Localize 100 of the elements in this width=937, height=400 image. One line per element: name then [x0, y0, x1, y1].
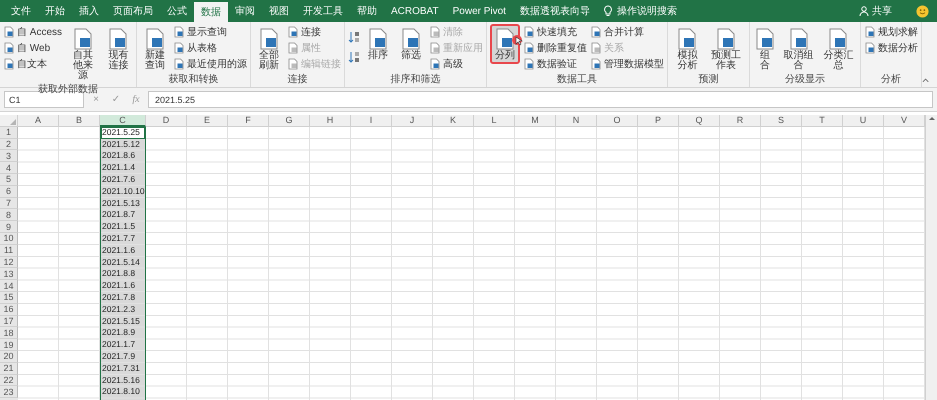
ribbon-tab[interactable]: Power Pivot: [446, 0, 513, 22]
row-header[interactable]: 1: [0, 126, 18, 139]
row-header[interactable]: 7: [0, 198, 18, 210]
row-header[interactable]: 10: [0, 232, 18, 245]
column-header[interactable]: U: [843, 115, 884, 127]
ribbon-button[interactable]: 自 Web: [3, 41, 62, 55]
smiley-icon[interactable]: [916, 4, 929, 18]
document-icon: [590, 42, 602, 54]
ribbon-button[interactable]: 从表格: [173, 41, 248, 55]
ribbon-tab[interactable]: 数据: [194, 2, 228, 22]
ribbon-button[interactable]: 删除重复值: [523, 41, 588, 55]
table-cell-text: 2021.8.6: [101, 150, 136, 162]
collapse-icon[interactable]: [922, 77, 930, 83]
row-header[interactable]: 20: [0, 350, 18, 363]
vertical-scrollbar[interactable]: [925, 115, 937, 400]
ribbon-tab[interactable]: 开始: [38, 0, 72, 22]
column-header[interactable]: Q: [679, 115, 720, 127]
ribbon-button[interactable]: 显示查询: [173, 25, 248, 39]
scroll-up-icon[interactable]: [928, 115, 936, 123]
share-button[interactable]: 共享: [872, 4, 892, 18]
ribbon-button[interactable]: 取消组合: [780, 24, 818, 74]
document-icon: [173, 26, 186, 38]
row-header[interactable]: 19: [0, 339, 18, 351]
column-header[interactable]: H: [310, 115, 351, 127]
column-header[interactable]: P: [638, 115, 679, 127]
document-icon: [173, 58, 186, 70]
column-header[interactable]: O: [597, 115, 638, 127]
group-label: 分析: [880, 74, 902, 87]
ribbon-tab[interactable]: 视图: [262, 0, 296, 22]
column-header[interactable]: D: [146, 115, 187, 127]
row-header[interactable]: 5: [0, 174, 18, 186]
column-header[interactable]: C: [100, 115, 146, 127]
ribbon-button[interactable]: 全部刷新: [254, 24, 284, 74]
formula-input[interactable]: 2021.5.25: [148, 91, 933, 108]
ribbon-button[interactable]: 连接: [287, 25, 342, 39]
ribbon-button[interactable]: 数据验证: [523, 57, 588, 71]
row-header[interactable]: 21: [0, 362, 18, 375]
ribbon-button[interactable]: 分列: [490, 24, 520, 64]
row-header[interactable]: 2: [0, 138, 18, 150]
ribbon-button[interactable]: 最近使用的源: [173, 57, 248, 71]
ribbon-button[interactable]: 数据分析: [864, 41, 918, 55]
ribbon-button[interactable]: 自 Access: [3, 25, 62, 39]
group-label: 获取和转换: [168, 74, 220, 87]
ribbon-button[interactable]: 管理数据模型: [590, 57, 664, 71]
ribbon-tab[interactable]: 页面布局: [106, 0, 160, 22]
row-header[interactable]: 11: [0, 244, 18, 257]
ribbon-button[interactable]: 现有连接: [104, 24, 134, 74]
column-header[interactable]: J: [392, 115, 433, 127]
ribbon-button[interactable]: 自其他来源: [65, 24, 101, 84]
row-header[interactable]: 3: [0, 150, 18, 162]
column-header[interactable]: M: [515, 115, 556, 127]
row-header[interactable]: 18: [0, 327, 18, 340]
row-header[interactable]: 14: [0, 280, 18, 292]
column-header[interactable]: A: [18, 115, 59, 127]
ribbon-button[interactable]: 高级: [429, 57, 484, 71]
column-header[interactable]: E: [187, 115, 228, 127]
column-header[interactable]: R: [720, 115, 761, 127]
ribbon-tab[interactable]: ACROBAT: [384, 0, 446, 22]
ribbon-tab[interactable]: 公式: [160, 0, 194, 22]
row-header[interactable]: 6: [0, 186, 18, 198]
ribbon-button[interactable]: 规划求解: [864, 25, 918, 39]
ribbon-button[interactable]: 组合: [752, 24, 778, 74]
row-header[interactable]: 13: [0, 268, 18, 280]
row-header[interactable]: 8: [0, 209, 18, 222]
ribbon-button[interactable]: 预测工作表: [706, 24, 746, 74]
row-header[interactable]: 12: [0, 256, 18, 268]
row-header[interactable]: 17: [0, 316, 18, 328]
ribbon-button[interactable]: 模拟分析: [671, 24, 704, 74]
row-header[interactable]: 16: [0, 304, 18, 316]
ribbon-button[interactable]: 合并计算: [590, 25, 664, 39]
column-header[interactable]: N: [556, 115, 597, 127]
ribbon-button[interactable]: 新建查询: [140, 24, 170, 74]
row-header[interactable]: 4: [0, 162, 18, 174]
column-header[interactable]: V: [884, 115, 925, 127]
column-header[interactable]: I: [351, 115, 392, 127]
ribbon-button[interactable]: 排序: [363, 24, 394, 64]
ribbon-button[interactable]: 快速填充: [523, 25, 588, 39]
column-header[interactable]: B: [59, 115, 100, 127]
group-label: 排序和筛选: [390, 74, 442, 87]
ribbon-button[interactable]: 分类汇总: [820, 24, 857, 74]
ribbon-tab[interactable]: 帮助: [350, 0, 384, 22]
row-header[interactable]: 22: [0, 374, 18, 386]
column-header[interactable]: L: [474, 115, 515, 127]
row-header[interactable]: 23: [0, 386, 18, 398]
row-header[interactable]: 9: [0, 221, 18, 233]
column-header[interactable]: K: [433, 115, 474, 127]
column-header[interactable]: F: [228, 115, 269, 127]
column-header[interactable]: S: [761, 115, 802, 127]
ribbon-button[interactable]: 自文本: [3, 57, 62, 71]
ribbon-tab[interactable]: 开发工具: [296, 0, 350, 22]
ribbon-tab[interactable]: 插入: [72, 0, 106, 22]
column-header[interactable]: G: [269, 115, 310, 127]
row-header[interactable]: 15: [0, 292, 18, 304]
column-header[interactable]: T: [802, 115, 843, 127]
ribbon-tab[interactable]: 审阅: [228, 0, 262, 22]
ribbon-tab[interactable]: 文件: [4, 0, 38, 22]
search-field[interactable]: 操作说明搜索: [616, 4, 677, 18]
table-cell-text: 2021.8.10: [101, 386, 141, 398]
ribbon-button[interactable]: 筛选: [396, 24, 426, 64]
ribbon-tab[interactable]: 数据透视表向导: [512, 0, 597, 22]
